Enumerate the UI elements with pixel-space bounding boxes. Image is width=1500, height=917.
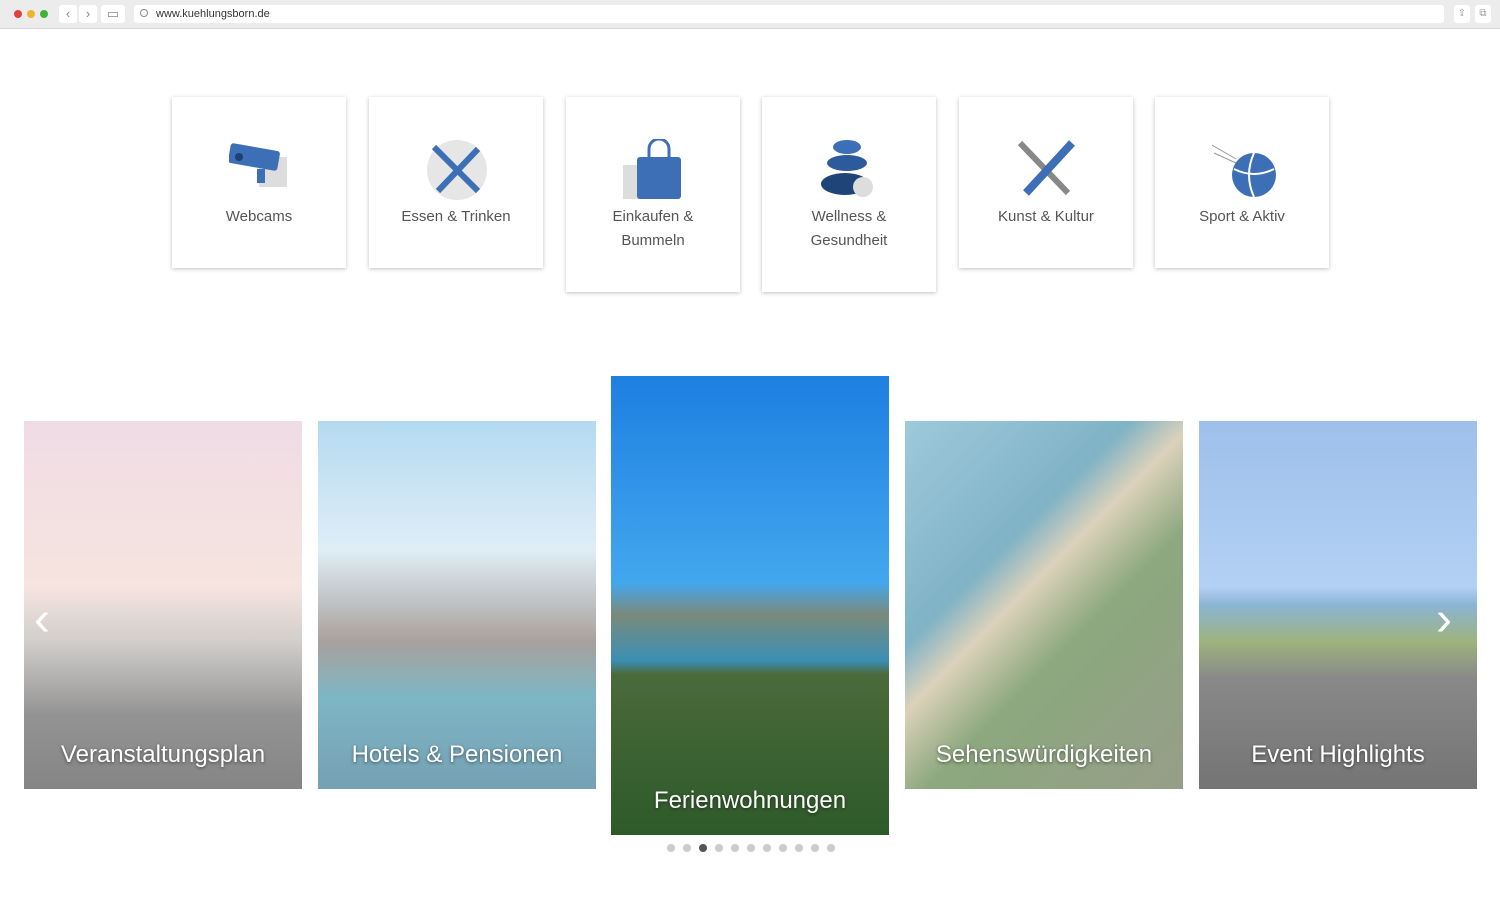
search-icon bbox=[140, 9, 148, 17]
share-icon[interactable]: ⇪ bbox=[1454, 5, 1470, 23]
browser-toolbar: ‹ › ▭ www.kuehlungsborn.de ⇪ ⧉ bbox=[0, 0, 1500, 29]
brush-pen-icon bbox=[1017, 140, 1075, 196]
carousel-dot[interactable] bbox=[683, 844, 691, 852]
category-label: Essen & Trinken bbox=[401, 208, 511, 225]
carousel-dot[interactable] bbox=[699, 844, 707, 852]
carousel-slide[interactable]: Veranstaltungsplan bbox=[24, 421, 302, 789]
category-essen-trinken[interactable]: Essen & Trinken bbox=[369, 97, 543, 268]
carousel-dot[interactable] bbox=[827, 844, 835, 852]
slide-caption: Event Highlights bbox=[1251, 741, 1425, 768]
carousel-pagination bbox=[667, 844, 835, 852]
tabs-icon[interactable]: ⧉ bbox=[1475, 5, 1491, 23]
carousel-dot[interactable] bbox=[811, 844, 819, 852]
carousel-prev-arrow-icon[interactable]: ‹ bbox=[34, 595, 50, 645]
minimize-window-button[interactable] bbox=[27, 10, 35, 18]
carousel-slide[interactable]: Hotels & Pensionen bbox=[318, 421, 596, 789]
category-webcams[interactable]: Webcams bbox=[172, 97, 346, 268]
category-label: Kunst & Kultur bbox=[998, 208, 1094, 225]
carousel-dot[interactable] bbox=[795, 844, 803, 852]
shopping-bag-icon bbox=[623, 139, 681, 199]
forward-button[interactable]: › bbox=[79, 5, 97, 23]
carousel-slide-active[interactable]: Ferienwohnungen bbox=[611, 376, 889, 835]
slide-caption: Ferienwohnungen bbox=[653, 787, 847, 814]
carousel-slide[interactable]: Sehenswürdigkeiten bbox=[905, 421, 1183, 789]
stones-icon bbox=[821, 140, 873, 197]
sidebar-toggle-icon[interactable]: ▭ bbox=[101, 5, 125, 23]
fork-knife-icon bbox=[427, 140, 487, 200]
category-label: Wellness & Gesundheit bbox=[810, 208, 888, 249]
category-einkaufen-bummeln[interactable]: Einkaufen & Bummeln bbox=[566, 97, 740, 292]
carousel-dot[interactable] bbox=[731, 844, 739, 852]
category-label: Sport & Aktiv bbox=[1199, 208, 1285, 225]
address-bar[interactable]: www.kuehlungsborn.de bbox=[134, 5, 1444, 23]
carousel-dot[interactable] bbox=[667, 844, 675, 852]
carousel-dot[interactable] bbox=[715, 844, 723, 852]
ball-icon bbox=[1212, 144, 1276, 198]
url-text: www.kuehlungsborn.de bbox=[156, 8, 270, 20]
category-label: Einkaufen & Bummeln bbox=[612, 208, 694, 249]
carousel-dot[interactable] bbox=[747, 844, 755, 852]
close-window-button[interactable] bbox=[14, 10, 22, 18]
category-sport-aktiv[interactable]: Sport & Aktiv bbox=[1155, 97, 1329, 268]
slide-caption: Sehenswürdigkeiten bbox=[935, 741, 1153, 768]
category-kunst-kultur[interactable]: Kunst & Kultur bbox=[959, 97, 1133, 268]
carousel-next-arrow-icon[interactable]: › bbox=[1436, 595, 1452, 645]
maximize-window-button[interactable] bbox=[40, 10, 48, 18]
slide-caption: Hotels & Pensionen bbox=[351, 741, 563, 768]
slide-caption: Veranstaltungsplan bbox=[60, 741, 266, 768]
category-label: Webcams bbox=[225, 208, 293, 225]
back-button[interactable]: ‹ bbox=[59, 5, 77, 23]
webcam-icon bbox=[229, 143, 287, 187]
carousel-dot[interactable] bbox=[779, 844, 787, 852]
category-wellness-gesundheit[interactable]: Wellness & Gesundheit bbox=[762, 97, 936, 292]
carousel-dot[interactable] bbox=[763, 844, 771, 852]
